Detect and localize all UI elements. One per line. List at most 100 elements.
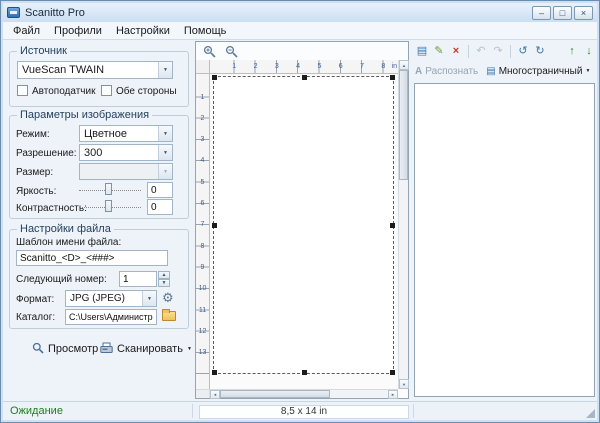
selection-handle[interactable] — [302, 370, 307, 375]
zoom-out-icon[interactable] — [224, 44, 239, 59]
resolution-select-value: 300 — [80, 147, 158, 159]
preview-toolbar — [196, 42, 408, 60]
horizontal-scroll-thumb[interactable] — [220, 390, 330, 398]
close-button[interactable]: × — [574, 6, 593, 20]
save-icon[interactable]: ▤ — [414, 43, 430, 59]
selection-handle[interactable] — [390, 223, 395, 228]
chevron-down-icon: ▼ — [158, 164, 172, 179]
rotate-left-icon[interactable]: ↺ — [515, 43, 531, 59]
contrast-value-input[interactable] — [147, 199, 173, 215]
menu-item[interactable]: Файл — [6, 23, 47, 39]
multipage-icon: ▤ — [486, 66, 495, 77]
folder-browse-icon[interactable] — [162, 311, 176, 321]
menu-item[interactable]: Настройки — [109, 23, 177, 39]
selection-handle[interactable] — [212, 223, 217, 228]
chevron-down-icon: ▼ — [158, 62, 172, 78]
selection-handle[interactable] — [302, 75, 307, 80]
horizontal-ruler: 12345678 in — [210, 60, 398, 74]
scroll-right-button[interactable]: ► — [388, 390, 398, 399]
scanner-icon — [100, 342, 113, 357]
zoom-in-icon[interactable] — [202, 44, 217, 59]
window-title: Scanitto Pro — [25, 7, 85, 19]
preview-button[interactable]: Просмотр — [29, 340, 101, 358]
move-down-icon[interactable]: ↓ — [581, 43, 597, 59]
selection-handle[interactable] — [390, 370, 395, 375]
selection-handle[interactable] — [390, 75, 395, 80]
preview-canvas[interactable] — [210, 74, 398, 389]
horizontal-scrollbar[interactable]: ◄ ► — [210, 389, 398, 398]
image-params-group-title: Параметры изображения — [17, 109, 152, 121]
brightness-value-input[interactable] — [147, 182, 173, 198]
ruler-number: 1 — [196, 87, 209, 108]
vertical-scroll-thumb[interactable] — [399, 70, 408, 180]
scroll-left-button[interactable]: ◄ — [210, 390, 220, 399]
selection-rect[interactable] — [213, 76, 394, 374]
file-settings-group-title: Настройки файла — [17, 223, 114, 235]
ruler-number: 12 — [196, 321, 209, 342]
multipage-button[interactable]: ▤ Многостраничный ▼ — [486, 66, 590, 77]
ruler-options-corner[interactable] — [196, 389, 210, 398]
redo-icon[interactable]: ↷ — [490, 43, 506, 59]
toolbar-separator — [468, 45, 469, 58]
contrast-label: Контрастность: — [16, 203, 87, 214]
rotate-right-icon[interactable]: ↻ — [532, 43, 548, 59]
ruler-number: 9 — [196, 257, 209, 278]
minimize-button[interactable]: – — [532, 6, 551, 20]
folder-label: Каталог: — [16, 312, 55, 323]
spin-up-button[interactable]: ▲ — [158, 271, 170, 279]
scan-options-caret-icon[interactable]: ▼ — [187, 346, 192, 352]
status-bar: Ожидание 8,5 x 14 in — [3, 401, 597, 420]
adf-checkbox[interactable] — [17, 85, 28, 96]
ruler-number: 6 — [196, 193, 209, 214]
pages-list[interactable] — [414, 83, 595, 397]
recognize-button-label: Распознать — [425, 66, 478, 77]
format-settings-gear-icon[interactable]: ⚙ — [162, 291, 174, 304]
brightness-slider-thumb[interactable] — [105, 183, 112, 195]
multipage-caret-icon: ▼ — [585, 68, 590, 74]
format-label: Формат: — [16, 294, 54, 305]
ruler-unit-label: in — [392, 60, 397, 73]
title-bar[interactable]: Scanitto Pro – □ × — [3, 3, 597, 22]
undo-icon[interactable]: ↶ — [473, 43, 489, 59]
contrast-slider-thumb[interactable] — [105, 200, 112, 212]
spin-down-button[interactable]: ▼ — [158, 279, 170, 287]
scroll-up-button[interactable]: ▲ — [399, 60, 409, 70]
vertical-scrollbar[interactable]: ▲ ▼ — [398, 60, 408, 389]
chevron-down-icon: ▼ — [142, 291, 156, 306]
contrast-slider[interactable] — [79, 199, 141, 214]
next-number-input[interactable] — [119, 271, 157, 287]
menu-item[interactable]: Профили — [47, 23, 109, 39]
pages-toolbar-row2: A Распознать ▤ Многостраничный ▼ — [412, 61, 597, 81]
template-input[interactable] — [16, 250, 168, 266]
folder-input[interactable] — [65, 309, 157, 325]
duplex-checkbox[interactable] — [101, 85, 112, 96]
selection-handle[interactable] — [212, 370, 217, 375]
preview-panel: 12345678 in 12345678910111213 ▲ — [195, 41, 409, 399]
maximize-button[interactable]: □ — [553, 6, 572, 20]
multipage-button-label: Многостраничный — [499, 66, 583, 77]
mode-select-value: Цветное — [80, 128, 158, 140]
ruler-number: 8 — [196, 236, 209, 257]
edit-icon[interactable]: ✎ — [431, 43, 447, 59]
size-select[interactable]: ▼ — [79, 163, 173, 180]
ruler-number: 10 — [196, 278, 209, 299]
selection-handle[interactable] — [212, 75, 217, 80]
format-select[interactable]: JPG (JPEG) ▼ — [65, 290, 157, 307]
ruler-number: 7 — [351, 60, 372, 73]
resolution-select[interactable]: 300 ▼ — [79, 144, 173, 161]
recognize-button[interactable]: A Распознать — [415, 66, 478, 77]
scroll-down-button[interactable]: ▼ — [399, 379, 409, 389]
resize-grip[interactable] — [586, 409, 595, 418]
ruler-corner — [196, 60, 210, 74]
brightness-slider[interactable] — [79, 182, 141, 197]
delete-icon[interactable]: × — [448, 43, 464, 59]
status-divider — [413, 404, 414, 418]
chevron-down-icon: ▼ — [158, 145, 172, 160]
move-up-icon[interactable]: ↑ — [564, 43, 580, 59]
adf-checkbox-label: Автоподатчик — [32, 86, 95, 97]
page-size-indicator: 8,5 x 14 in — [199, 405, 409, 419]
device-select[interactable]: VueScan TWAIN ▼ — [17, 61, 173, 79]
mode-select[interactable]: Цветное ▼ — [79, 125, 173, 142]
menu-item[interactable]: Помощь — [177, 23, 234, 39]
scan-button[interactable]: Сканировать ▼ — [97, 340, 195, 358]
